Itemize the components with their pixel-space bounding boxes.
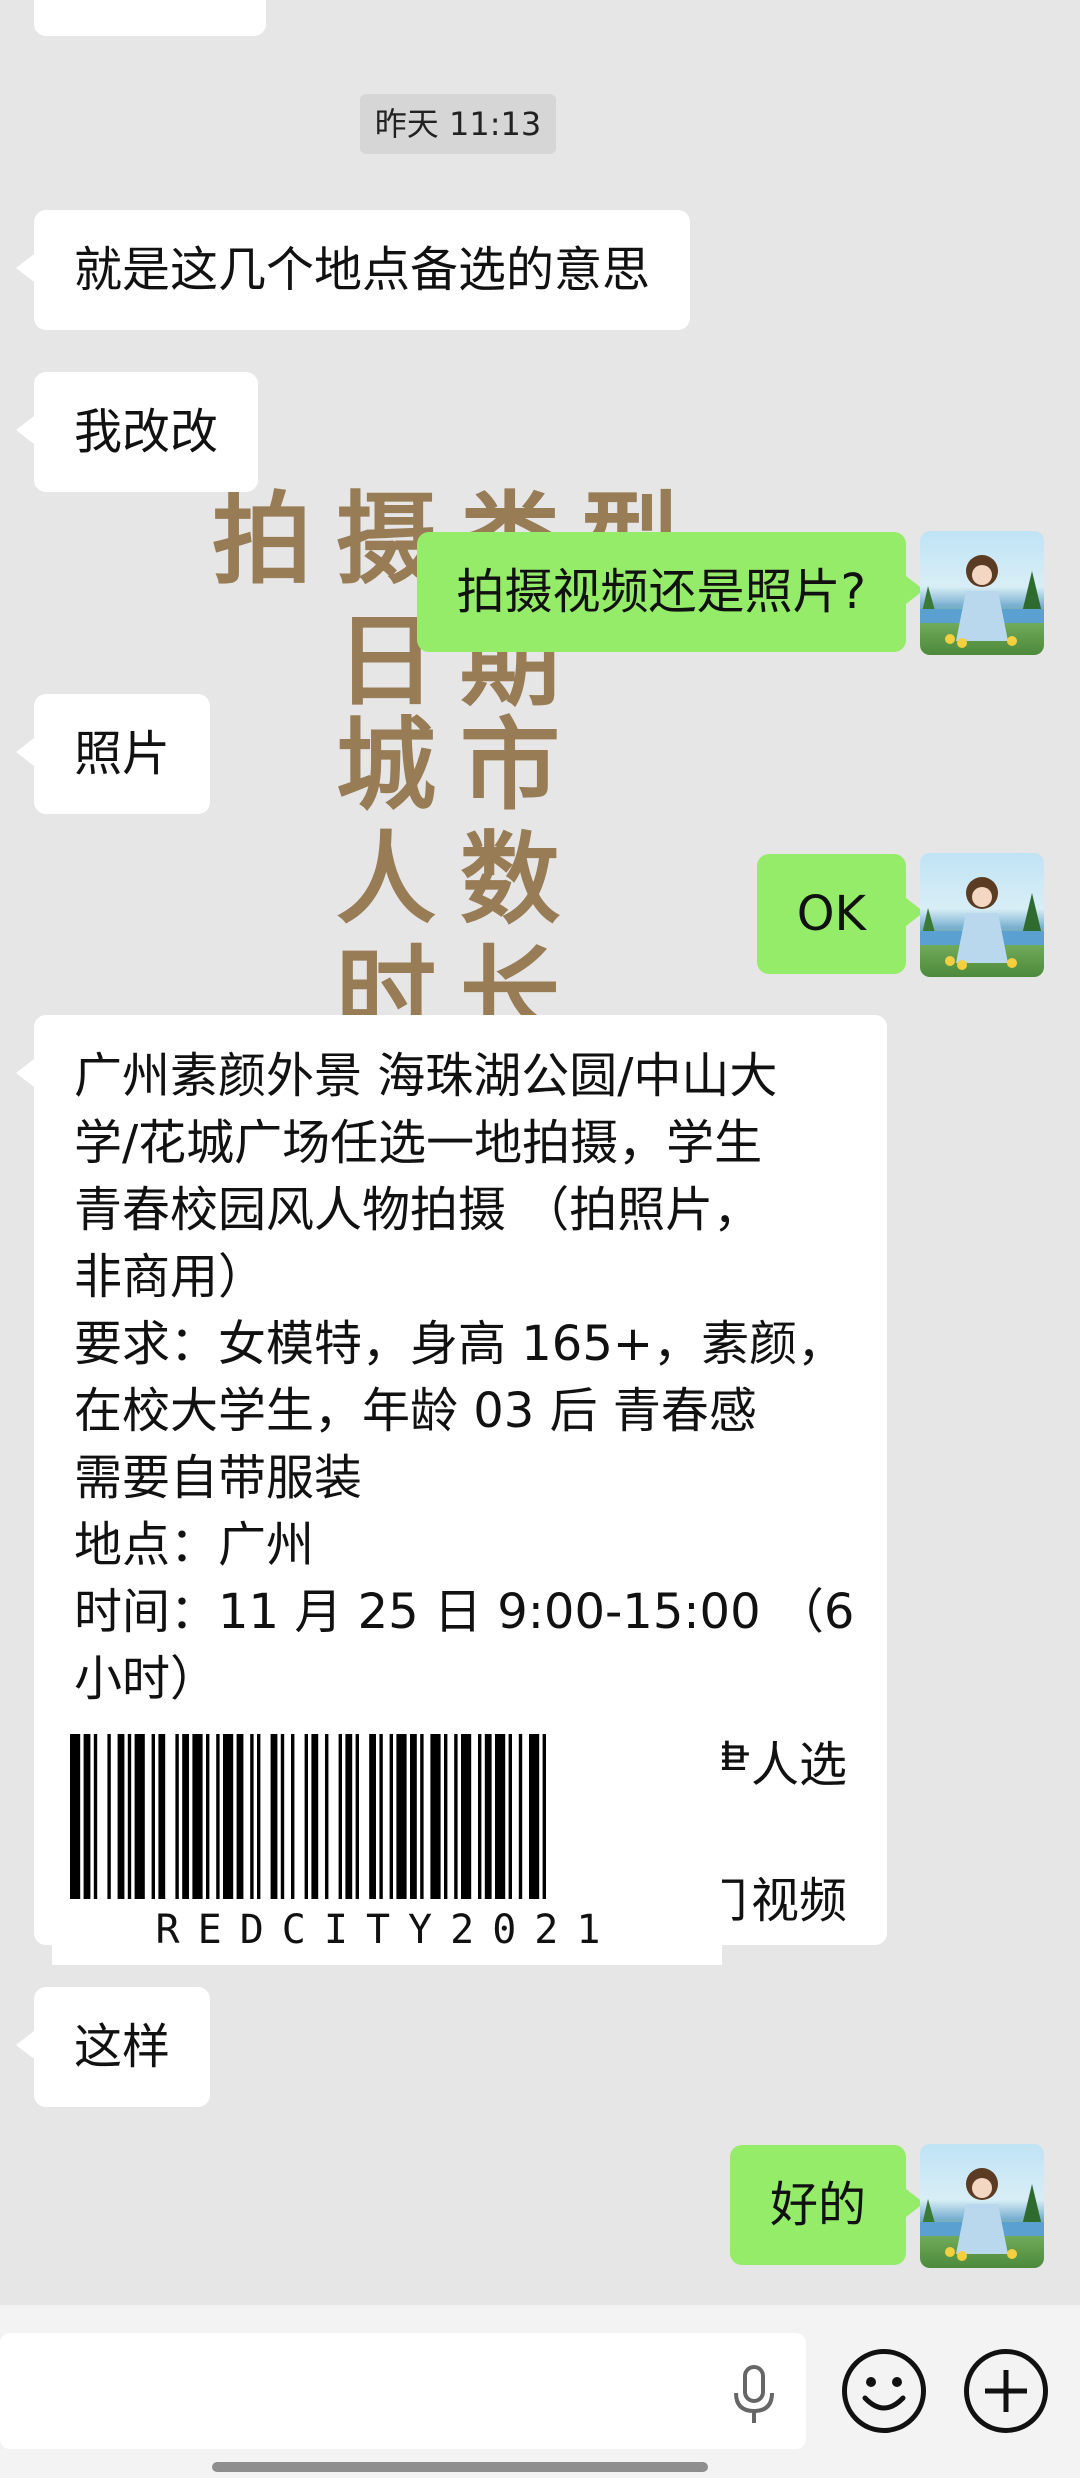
card-text: 广州素颜外景 海珠湖公圆/中山大 学/花城广场任选一地拍摄，学生 青春校园风人物… <box>74 1043 855 1713</box>
watermark-char: 市 <box>460 707 560 824</box>
barcode-bar <box>216 1734 220 1899</box>
barcode-bar <box>117 1734 125 1899</box>
card-line: 要求：女模特，身高 165+，素颜， <box>74 1316 846 1372</box>
barcode-label: REDCITY2021 <box>155 1907 619 1953</box>
barcode-bar <box>495 1734 506 1899</box>
watermark-char: 城 <box>336 707 436 824</box>
barcode-bar <box>369 1734 376 1899</box>
barcode-bar <box>484 1734 492 1899</box>
barcode-bar <box>223 1734 234 1899</box>
avatar-image-icon <box>920 555 1044 648</box>
user-avatar[interactable] <box>920 531 1044 655</box>
card-line: 需要自带服装 <box>74 1450 363 1506</box>
barcode-bar <box>508 1734 512 1899</box>
emoji-icon <box>862 2377 906 2411</box>
barcode-bar <box>345 1734 353 1899</box>
barcode-bar <box>444 1734 448 1899</box>
barcode-bar <box>430 1734 441 1899</box>
barcode-bar <box>280 1734 285 1899</box>
microphone-icon[interactable] <box>730 2365 778 2425</box>
input-bar <box>0 2305 1080 2478</box>
barcode-bar <box>420 1734 424 1899</box>
emoji-button[interactable] <box>842 2349 926 2433</box>
barcode-bar <box>206 1734 210 1899</box>
barcode-bars <box>70 1734 546 1899</box>
card-line: 青春校园风人物拍摄 （拍照片， <box>74 1182 762 1238</box>
barcode-bar <box>379 1734 383 1899</box>
watermark-char: 数 <box>460 821 560 938</box>
message-input[interactable] <box>0 2333 806 2449</box>
message-bubble[interactable]: 我改改 <box>15 372 259 492</box>
message-bubble[interactable]: 好的 <box>729 2145 925 2265</box>
barcode-bar <box>107 1734 111 1899</box>
watermark-char: 拍 <box>212 481 312 598</box>
barcode-bar <box>529 1734 540 1899</box>
barcode-bar <box>461 1734 472 1899</box>
barcode-bar <box>151 1734 155 1899</box>
barcode-bar <box>291 1734 295 1899</box>
barcode-bar <box>304 1734 308 1899</box>
barcode-bar <box>182 1734 189 1899</box>
barcode-bar <box>70 1734 81 1899</box>
barcode-bar <box>355 1734 359 1899</box>
barcode-bar <box>542 1734 546 1899</box>
barcode-overlay: REDCITY2021 <box>52 1720 722 1965</box>
card-line: 学/花城广场任选一地拍摄，学生 <box>74 1115 763 1171</box>
add-button[interactable] <box>964 2349 1048 2433</box>
barcode-bar <box>325 1734 329 1899</box>
message-bubble[interactable]: 就是这几个地点备选的意思 <box>15 210 691 330</box>
barcode-bar <box>270 1734 278 1899</box>
watermark-char: 人 <box>336 821 436 938</box>
plus-icon <box>985 2370 1027 2412</box>
barcode-bar <box>311 1734 319 1899</box>
barcode-bar <box>410 1734 417 1899</box>
message-bubble[interactable]: 拍摄视频还是照片? <box>416 532 925 652</box>
barcode-bar <box>454 1734 458 1899</box>
barcode-bar <box>338 1734 342 1899</box>
message-bubble[interactable]: 照片 <box>15 694 211 814</box>
barcode-bar <box>236 1734 244 1899</box>
partial-message-bubble[interactable] <box>34 0 266 36</box>
avatar-image-icon <box>920 2168 1044 2261</box>
card-line: 时间：11 月 25 日 9:00-15:00 （6 <box>74 1584 855 1640</box>
barcode-bar <box>396 1734 407 1899</box>
user-avatar[interactable] <box>920 2144 1044 2268</box>
barcode-bar <box>192 1734 203 1899</box>
barcode-bar <box>257 1734 261 1899</box>
barcode-bar <box>389 1734 393 1899</box>
barcode-bar <box>175 1734 179 1899</box>
card-line: 广州素颜外景 海珠湖公圆/中山大 <box>74 1048 778 1104</box>
message-bubble[interactable]: OK <box>756 854 925 974</box>
barcode-bar <box>127 1734 132 1899</box>
barcode-bar <box>250 1734 254 1899</box>
user-avatar[interactable] <box>920 853 1044 977</box>
timestamp: 昨天 11:13 <box>360 94 556 154</box>
barcode-bar <box>134 1734 145 1899</box>
home-indicator[interactable] <box>212 2462 708 2472</box>
card-line: 非商用） <box>74 1249 267 1305</box>
barcode-bar <box>93 1734 98 1899</box>
barcode-bar <box>518 1734 523 1899</box>
barcode-bar <box>83 1734 91 1899</box>
barcode-bar <box>158 1734 166 1899</box>
card-line: 小时） <box>74 1651 219 1707</box>
card-line: 地点：广州 <box>74 1517 315 1573</box>
barcode-bar <box>478 1734 482 1899</box>
card-line: 在校大学生，年龄 03 后 青春感 <box>74 1383 757 1439</box>
message-bubble[interactable]: 这样 <box>15 1987 211 2107</box>
avatar-image-icon <box>920 877 1044 970</box>
